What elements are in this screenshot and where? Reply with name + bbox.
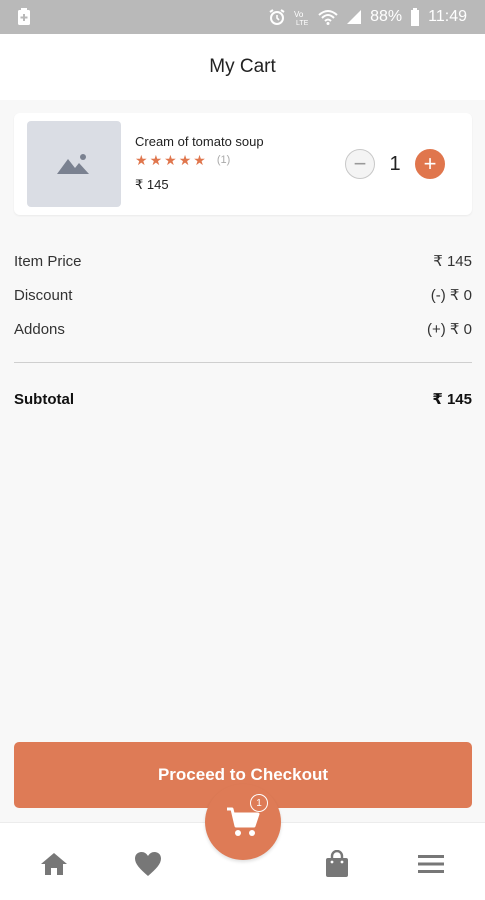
volte-icon: Vo LTE: [294, 8, 310, 26]
item-price: ₹ 145: [135, 177, 169, 192]
item-name: Cream of tomato soup: [135, 134, 264, 149]
svg-text:Vo: Vo: [294, 10, 304, 19]
status-bar: Vo LTE 88% 11:49: [0, 0, 485, 34]
svg-text:LTE: LTE: [296, 20, 309, 26]
subtotal-value: ₹ 145: [432, 391, 472, 408]
signal-icon: [346, 9, 362, 25]
battery-icon: [410, 8, 420, 26]
star-icon: ★: [193, 152, 206, 168]
battery-percent: 88%: [370, 8, 403, 25]
star-icon: ★: [164, 152, 177, 168]
star-icon: ★: [149, 152, 163, 168]
item-price-row: Item Price ₹ 145: [14, 244, 472, 278]
price-summary: Item Price ₹ 145 Discount (-) ₹ 0 Addons…: [14, 244, 472, 416]
image-placeholder-icon: [57, 154, 89, 174]
star-icon: ★: [135, 152, 148, 168]
wifi-icon: [318, 9, 338, 25]
star-icon: ★: [178, 152, 192, 168]
discount-label: Discount: [14, 286, 73, 304]
app-header: My Cart: [0, 34, 485, 100]
subtotal-label: Subtotal: [14, 390, 74, 408]
quantity-value: 1: [389, 152, 401, 175]
addons-label: Addons: [14, 320, 65, 338]
menu-icon[interactable]: [416, 850, 446, 878]
discount-value: (-) ₹ 0: [430, 287, 472, 304]
addons-value: (+) ₹ 0: [427, 321, 472, 338]
addons-row: Addons (+) ₹ 0: [14, 312, 472, 346]
battery-saver-icon: [18, 8, 30, 25]
subtotal-row: Subtotal ₹ 145: [14, 382, 472, 416]
decrease-quantity-button[interactable]: −: [345, 149, 375, 179]
rating-count: (1): [216, 154, 231, 166]
item-price-value: ₹ 145: [433, 253, 472, 270]
heart-icon[interactable]: [133, 850, 163, 878]
cart-fab-button[interactable]: [205, 784, 281, 860]
discount-row: Discount (-) ₹ 0: [14, 278, 472, 312]
cart-count-badge: 1: [250, 794, 268, 812]
item-thumbnail: [27, 121, 121, 207]
clock: 11:49: [428, 8, 467, 25]
summary-divider: [14, 362, 472, 363]
alarm-icon: [268, 8, 286, 26]
item-price-label: Item Price: [14, 252, 82, 270]
page-title: My Cart: [209, 56, 276, 77]
item-rating: ★ ★ ★ ★ ★ (1): [135, 153, 230, 167]
quantity-stepper: − 1 +: [345, 149, 445, 179]
cart-item-card[interactable]: Cream of tomato soup ★ ★ ★ ★ ★ (1) ₹ 145…: [14, 113, 472, 215]
home-icon[interactable]: [39, 850, 69, 878]
increase-quantity-button[interactable]: +: [415, 149, 445, 179]
bag-icon[interactable]: [322, 850, 352, 878]
